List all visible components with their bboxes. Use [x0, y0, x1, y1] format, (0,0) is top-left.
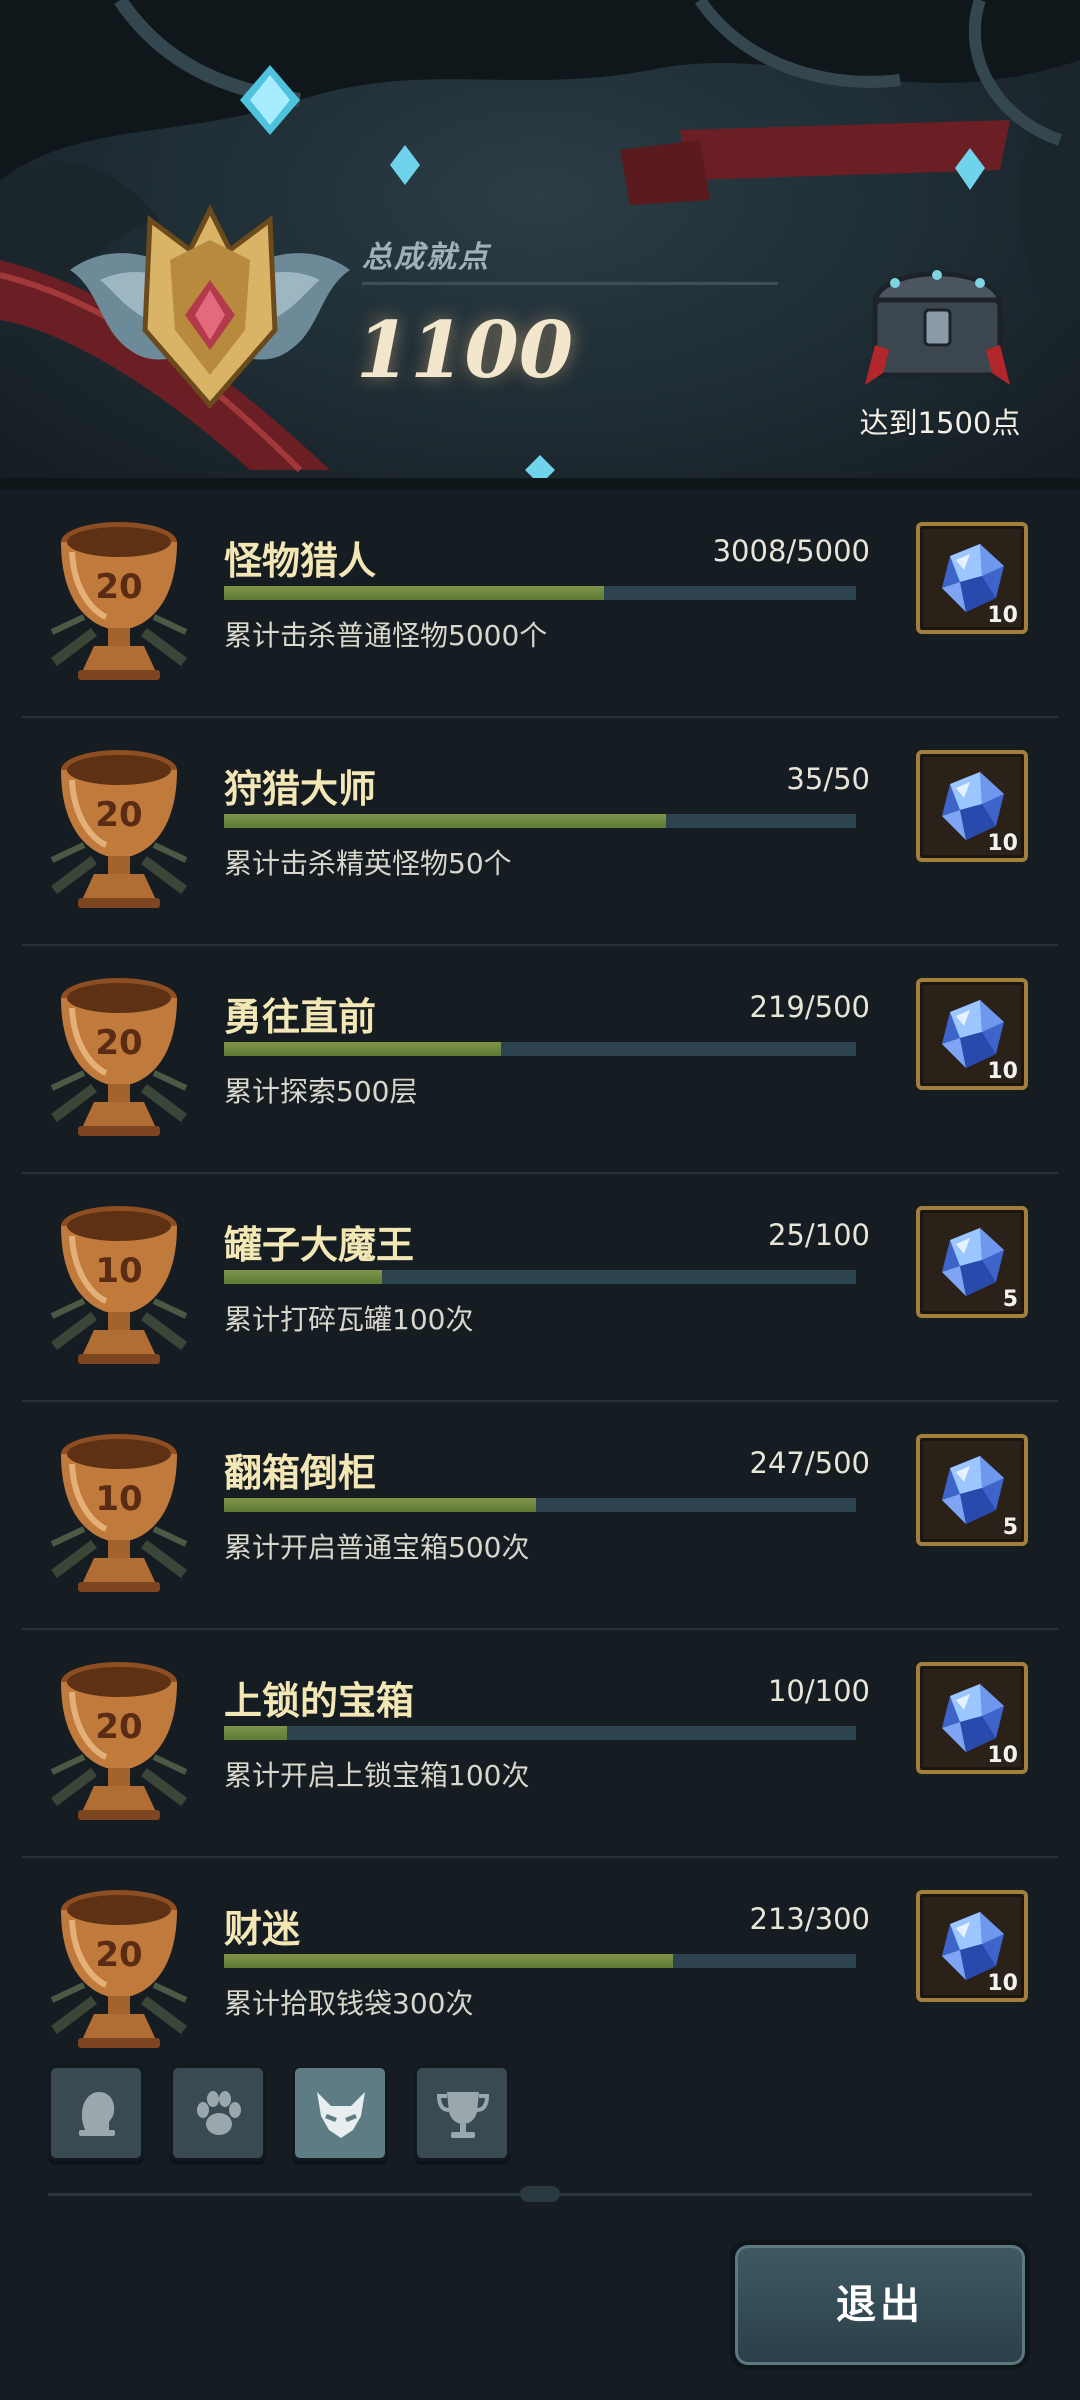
reward-chest-icon[interactable] [855, 255, 1020, 390]
crystal-icon [942, 1228, 1004, 1296]
achievement-title: 翻箱倒柜 [224, 1451, 377, 1495]
total-points-label: 总成就点 [362, 240, 490, 275]
reward-slot[interactable]: 10 [916, 1662, 1028, 1774]
trophy-icon: 20 [44, 968, 194, 1143]
reward-quantity: 10 [987, 1059, 1018, 1084]
achievement-header: 总成就点 1100 达到1500点 [0, 0, 1080, 490]
reward-quantity: 10 [987, 831, 1018, 856]
next-goal-text: 达到1500点 [859, 406, 1021, 440]
category-tab-bar: 退出 [0, 2055, 1080, 2400]
trophy-points: 20 [95, 1935, 143, 1975]
footer-divider-ornament [520, 2186, 560, 2202]
reward-slot[interactable]: 10 [916, 1890, 1028, 2002]
achievement-description: 累计探索500层 [224, 1075, 418, 1108]
trophy-icon: 10 [44, 1196, 194, 1371]
achievement-row: 20 狩猎大师 35/50 累计击杀精英怪物50个 10 [22, 718, 1058, 946]
trophy-icon: 20 [44, 1652, 194, 1827]
achievement-description: 累计击杀精英怪物50个 [224, 847, 512, 880]
trophy-points: 10 [95, 1479, 143, 1519]
achievement-title: 怪物猎人 [224, 539, 377, 583]
progress-bar-fill [224, 814, 667, 828]
progress-bar-fill [224, 1270, 382, 1284]
crystal-icon [942, 1456, 1004, 1524]
achievement-progress-bar [224, 1498, 856, 1512]
tab-achievements[interactable] [414, 2065, 510, 2161]
achievement-progress-bar [224, 1042, 856, 1056]
progress-bar-fill [224, 1498, 537, 1512]
reward-slot[interactable]: 10 [916, 522, 1028, 634]
trophy-points: 20 [95, 567, 143, 607]
trophy-points: 20 [95, 1023, 143, 1063]
trophy-icon: 20 [44, 1880, 194, 2055]
progress-bar-fill [224, 1726, 288, 1740]
achievement-row: 20 财迷 213/300 累计拾取钱袋300次 10 [22, 1858, 1058, 2055]
progress-bar-fill [224, 1042, 501, 1056]
trophy-icon [436, 2092, 490, 2138]
reward-slot[interactable]: 10 [916, 978, 1028, 1090]
achievement-description: 累计击杀普通怪物5000个 [224, 619, 548, 652]
achievement-progress-count: 10/100 [767, 1674, 870, 1708]
achievement-title: 上锁的宝箱 [224, 1679, 415, 1723]
achievement-progress-count: 247/500 [749, 1446, 870, 1480]
reward-quantity: 5 [1002, 1287, 1018, 1312]
total-points-value: 1100 [356, 305, 574, 396]
rank-crest-icon [70, 204, 350, 409]
achievement-description: 累计开启上锁宝箱100次 [224, 1759, 530, 1792]
achievement-title: 罐子大魔王 [224, 1223, 415, 1267]
achievement-title: 狩猎大师 [224, 767, 377, 811]
reward-quantity: 10 [987, 1971, 1018, 1996]
achievement-progress-bar [224, 1270, 856, 1284]
achievement-progress-count: 219/500 [749, 990, 870, 1024]
tab-pets[interactable] [170, 2065, 266, 2161]
progress-bar-fill [224, 586, 605, 600]
achievement-progress-count: 25/100 [767, 1218, 870, 1252]
hero-head-icon [79, 2092, 115, 2136]
reward-slot[interactable]: 5 [916, 1206, 1028, 1318]
achievement-description: 累计拾取钱袋300次 [224, 1987, 474, 2020]
tab-monsters[interactable] [292, 2065, 388, 2161]
achievement-description: 累计打碎瓦罐100次 [224, 1303, 474, 1336]
reward-slot[interactable]: 10 [916, 750, 1028, 862]
achievement-row: 20 上锁的宝箱 10/100 累计开启上锁宝箱100次 10 [22, 1630, 1058, 1858]
achievement-progress-count: 35/50 [786, 762, 870, 796]
reward-quantity: 10 [987, 603, 1018, 628]
exit-button[interactable]: 退出 [730, 2240, 1030, 2370]
achievement-progress-count: 3008/5000 [712, 534, 870, 568]
tab-hero[interactable] [48, 2065, 144, 2161]
trophy-points: 20 [95, 795, 143, 835]
trophy-icon: 20 [44, 512, 194, 687]
trophy-points: 20 [95, 1707, 143, 1747]
achievement-title: 勇往直前 [224, 995, 377, 1039]
achievement-description: 累计开启普通宝箱500次 [224, 1531, 530, 1564]
trophy-icon: 10 [44, 1424, 194, 1599]
achievement-progress-bar [224, 814, 856, 828]
achievement-row: 10 翻箱倒柜 247/500 累计开启普通宝箱500次 5 [22, 1402, 1058, 1630]
total-points-divider [362, 282, 778, 285]
achievement-list[interactable]: 20 怪物猎人 3008/5000 累计击杀普通怪物5000个 10 20 狩猎… [0, 490, 1080, 2055]
achievement-row: 20 勇往直前 219/500 累计探索500层 10 [22, 946, 1058, 1174]
reward-slot[interactable]: 5 [916, 1434, 1028, 1546]
reward-quantity: 10 [987, 1743, 1018, 1768]
paw-icon [197, 2091, 241, 2135]
demon-mask-icon [317, 2092, 365, 2138]
reward-quantity: 5 [1002, 1515, 1018, 1540]
achievement-progress-count: 213/300 [749, 1902, 870, 1936]
achievement-progress-bar [224, 1726, 856, 1740]
achievement-progress-bar [224, 586, 856, 600]
progress-bar-fill [224, 1954, 673, 1968]
achievement-title: 财迷 [224, 1907, 301, 1951]
trophy-icon: 20 [44, 740, 194, 915]
trophy-points: 10 [95, 1251, 143, 1291]
achievement-row: 10 罐子大魔王 25/100 累计打碎瓦罐100次 5 [22, 1174, 1058, 1402]
achievement-progress-bar [224, 1954, 856, 1968]
achievement-row: 20 怪物猎人 3008/5000 累计击杀普通怪物5000个 10 [22, 490, 1058, 718]
